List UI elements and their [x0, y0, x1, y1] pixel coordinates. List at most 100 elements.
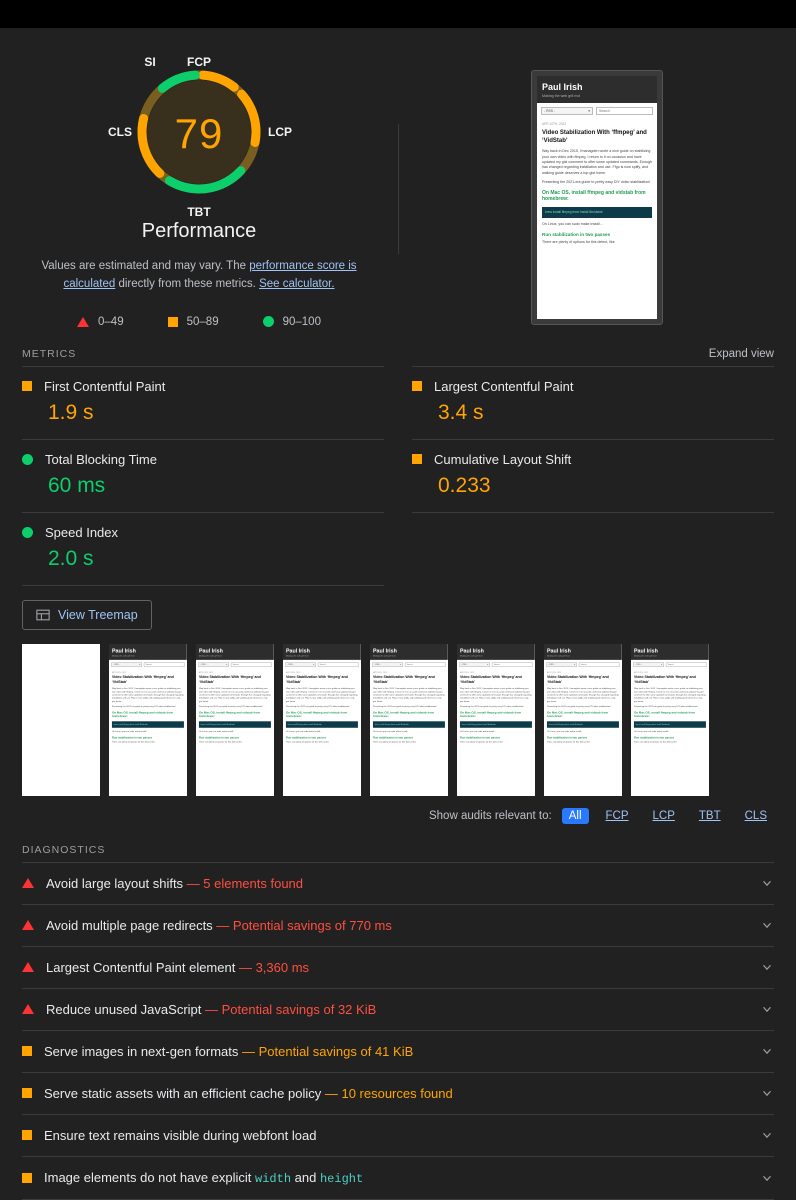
audit-filter-row: Show audits relevant to: All FCP LCP TBT… [0, 796, 796, 824]
metric-largest-contentful-paint[interactable]: Largest Contentful Paint 3.4 s [412, 365, 774, 439]
chevron-down-icon: ▾ [313, 663, 315, 666]
square-icon [22, 1172, 32, 1183]
preview-para-3: On Linux, you can sudo make install... [542, 222, 603, 227]
metric-value: 3.4 s [438, 400, 484, 424]
preview-para-4: There are plenty of options for this det… [546, 740, 590, 743]
diagnostic-row[interactable]: Image elements do not have explicit widt… [22, 1155, 774, 1199]
diagnostics-section-header: DIAGNOSTICS [0, 844, 796, 862]
preview-date: APR 10TH, 2022 [546, 670, 562, 674]
preview-heading-2: On Mac OS, install ffmpeg and vidstab fr… [459, 710, 522, 719]
preview-body: APR 10TH, 2022 Video Stabilization With … [457, 668, 535, 749]
preview-tagline: Making the web gr8 mol [633, 654, 657, 657]
preview-para-1: Way back in Dec 2015, I'managden wrote a… [546, 686, 619, 703]
preview-code-block: brew install ffmpeg brew install libvids… [198, 721, 271, 728]
preview-site-title: Paul Irish [546, 647, 571, 654]
preview-para-2: Presenting the 2021-era guide to pretty … [542, 180, 651, 185]
expand-view-button[interactable]: Expand view [709, 348, 774, 360]
view-treemap-label: View Treemap [58, 607, 138, 622]
metric-value: 1.9 s [48, 400, 94, 424]
circle-icon [22, 526, 33, 538]
gauge-score-value: 79 [174, 110, 224, 157]
preview-para-3: On Linux, you can sudo make install... [285, 730, 322, 733]
diagnostic-row[interactable]: Reduce unused JavaScript — Potential sav… [22, 987, 774, 1030]
metric-name: First Contentful Paint [44, 378, 166, 394]
preview-toolbar: - RSS - ▾ Search [544, 659, 622, 669]
diagnostic-row[interactable]: Avoid multiple page redirects — Potentia… [22, 903, 774, 946]
metric-first-contentful-paint[interactable]: First Contentful Paint 1.9 s [22, 365, 384, 439]
diagnostic-detail: — Potential savings of 770 ms [212, 917, 392, 933]
preview-para-2: Presenting the 2021-era guide to pretty … [111, 705, 176, 708]
chevron-down-icon[interactable] [760, 960, 774, 974]
diagnostics-title: DIAGNOSTICS [22, 843, 106, 856]
preview-search-input: Search [491, 662, 533, 667]
preview-code-block: brew install ffmpeg brew install libvids… [633, 721, 706, 728]
preview-header: Paul Irish Making the web gr8 mol [457, 643, 535, 660]
filmstrip-frame: Paul Irish Making the web gr8 mol - RSS … [370, 643, 448, 796]
preview-para-3: On Linux, you can sudo make install... [459, 730, 496, 733]
lighthouse-report: FCP LCP TBT CLS SI 79 Performance Values… [0, 28, 796, 1200]
preview-tagline: Making the web gr8 mol [198, 654, 222, 657]
preview-search-input: Search [143, 662, 185, 667]
metric-speed-index[interactable]: Speed Index 2.0 s [22, 511, 384, 585]
preview-select: - RSS - ▾ [546, 662, 578, 667]
filter-chip-tbt[interactable]: TBT [692, 808, 728, 824]
preview-para-3: On Linux, you can sudo make install... [198, 730, 235, 733]
final-screenshot-panel: Paul Irish Making the web gr8 mol - RSS … [398, 38, 796, 328]
see-calculator-link[interactable]: See calculator. [259, 278, 334, 290]
chevron-down-icon[interactable] [760, 1002, 774, 1016]
filmstrip-frame: Paul Irish Making the web gr8 mol - RSS … [544, 643, 622, 796]
diagnostic-title: Largest Contentful Paint element — 3,360… [46, 959, 310, 975]
diagnostic-row[interactable]: Largest Contentful Paint element — 3,360… [22, 945, 774, 988]
filmstrip-frame: Paul Irish Making the web gr8 mol - RSS … [196, 643, 274, 796]
diagnostic-row[interactable]: Ensure text remains visible during webfo… [22, 1113, 774, 1156]
metric-total-blocking-time[interactable]: Total Blocking Time 60 ms [22, 438, 384, 512]
preview-header: Paul Irish Making the web gr8 mol [370, 643, 448, 660]
preview-para-1: Way back in Dec 2015, I'managden wrote a… [285, 686, 358, 703]
diagnostic-row[interactable]: Avoid large layout shifts — 5 elements f… [22, 861, 774, 904]
metric-value: 2.0 s [48, 546, 94, 570]
preview-headline: Video Stabilization With ‘ffmpeg’ and ‘V… [633, 675, 696, 684]
metric-name: Total Blocking Time [45, 451, 157, 467]
chevron-down-icon: ▾ [226, 663, 228, 666]
triangle-icon [22, 1004, 34, 1015]
preview-code-block: brew install ffmpeg brew install libvids… [546, 721, 619, 728]
metric-name: Cumulative Layout Shift [434, 451, 572, 467]
code-height: height [319, 1171, 364, 1186]
preview-heading-3: Run stabilization in two passes [546, 735, 588, 739]
diagnostic-row[interactable]: Serve images in next-gen formats — Poten… [22, 1029, 774, 1072]
preview-toolbar: - RSS - ▾ Search [196, 659, 274, 669]
legend-label-pass: 90–100 [282, 315, 321, 328]
preview-search-placeholder: Search [599, 109, 610, 113]
preview-heading-3: Run stabilization in two passes [285, 735, 327, 739]
diagnostic-detail: — Potential savings of 41 KiB [238, 1043, 414, 1059]
filter-chip-fcp[interactable]: FCP [599, 808, 636, 824]
preview-para-4: There are plenty of options for this det… [633, 740, 677, 743]
view-treemap-button[interactable]: View Treemap [22, 599, 152, 630]
performance-gauge[interactable]: FCP LCP TBT CLS SI 79 [94, 44, 304, 224]
preview-para-3: On Linux, you can sudo make install... [546, 730, 583, 733]
diagnostic-row[interactable]: Serve static assets with an efficient ca… [22, 1071, 774, 1114]
hero-divider [398, 124, 399, 254]
metrics-grid: First Contentful Paint 1.9 s Total Block… [0, 365, 796, 586]
chevron-down-icon[interactable] [760, 1044, 774, 1058]
filter-chip-all[interactable]: All [561, 807, 589, 824]
preview-select-value: - RSS - [635, 663, 642, 666]
chevron-down-icon[interactable] [760, 876, 774, 890]
preview-headline: Video Stabilization With ‘ffmpeg’ and ‘V… [459, 675, 522, 684]
preview-select-value: - RSS - [374, 663, 381, 666]
chevron-down-icon[interactable] [760, 1128, 774, 1142]
chevron-down-icon[interactable] [760, 1086, 774, 1100]
chevron-down-icon[interactable] [760, 1171, 774, 1185]
preview-heading-3: Run stabilization in two passes [198, 735, 240, 739]
preview-select: - RSS - ▾ [372, 662, 404, 667]
chevron-down-icon[interactable] [760, 918, 774, 932]
preview-select-value: - RSS - [113, 663, 120, 666]
preview-search-input: Search [404, 662, 446, 667]
filter-chip-cls[interactable]: CLS [738, 808, 774, 824]
metric-cumulative-layout-shift[interactable]: Cumulative Layout Shift 0.233 [412, 438, 774, 512]
preview-search-placeholder: Search [145, 663, 152, 666]
preview-header: Paul Irish Making the web gr8 mol [631, 643, 709, 660]
metrics-column-left: First Contentful Paint 1.9 s Total Block… [22, 365, 384, 586]
preview-heading-2: On Mac OS, install ffmpeg and vidstab fr… [372, 710, 435, 719]
filter-chip-lcp[interactable]: LCP [646, 808, 682, 824]
